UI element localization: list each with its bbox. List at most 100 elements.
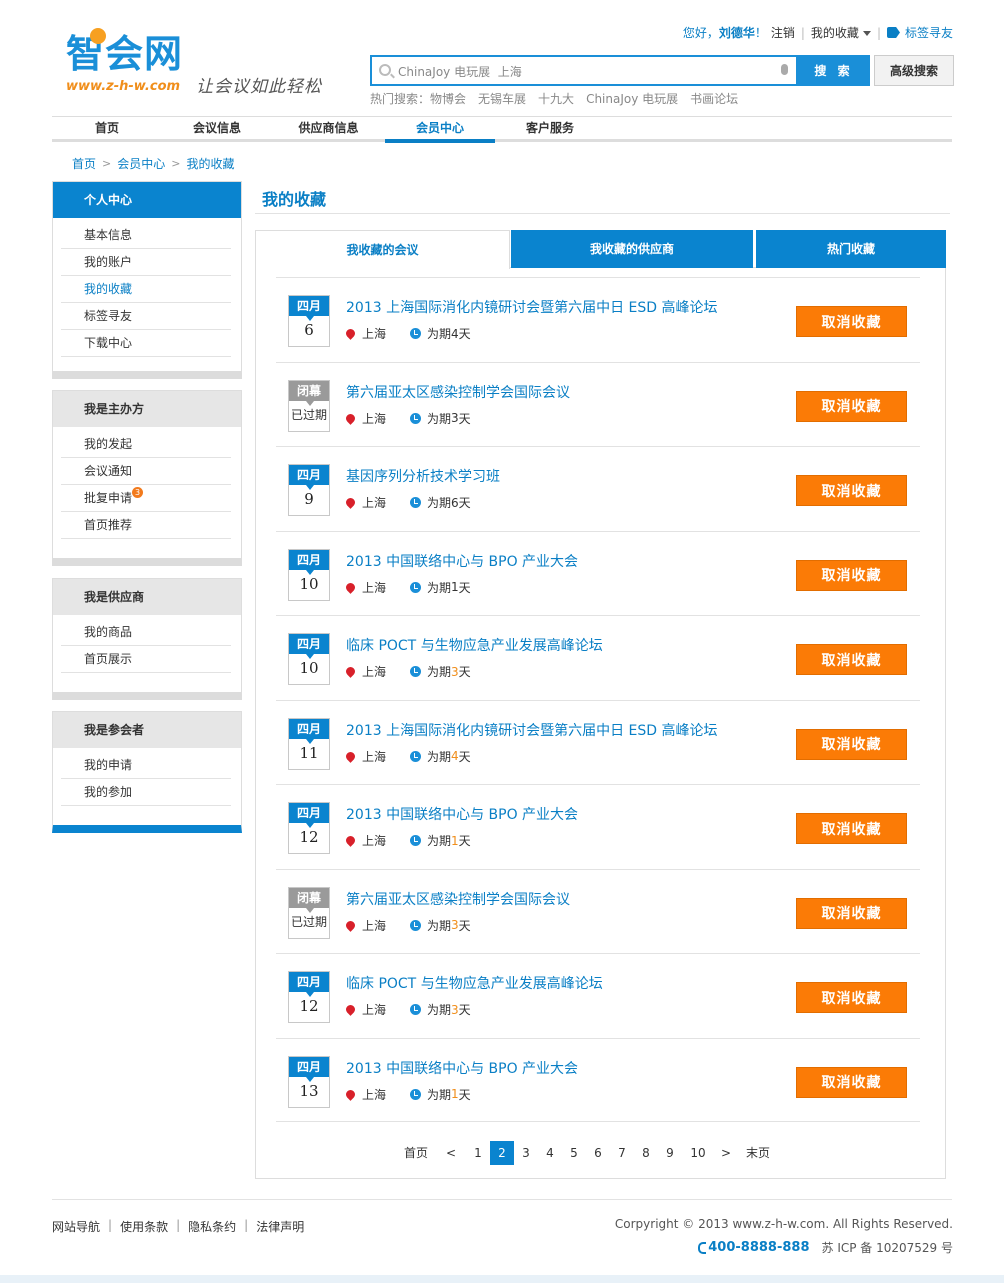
meeting-row: 四月 12 临床 POCT 与生物应急产业发展高峰论坛 上海 为期 3 天 取消收藏	[276, 953, 920, 1038]
search-input[interactable]	[398, 61, 768, 81]
sidebar-item-products[interactable]: 我的商品	[61, 619, 231, 646]
duration-days: 3	[451, 1002, 459, 1017]
tab-hot-favorites[interactable]: 热门收藏	[756, 230, 946, 268]
cancel-favorite-button[interactable]: 取消收藏	[796, 1066, 907, 1098]
hot-search-link[interactable]: 十九大	[538, 90, 574, 107]
cancel-favorite-button[interactable]: 取消收藏	[796, 897, 907, 929]
meeting-title-link[interactable]: 基因序列分析技术学习班	[346, 466, 500, 486]
tag-find-link[interactable]: 标签寻友	[886, 24, 953, 41]
favorites-dropdown[interactable]: 我的收藏	[811, 24, 871, 41]
sidebar-item-account[interactable]: 我的账户	[61, 249, 231, 276]
tab-favorite-suppliers[interactable]: 我收藏的供应商	[511, 230, 753, 268]
clock-icon	[410, 581, 422, 593]
nav-item-meetings[interactable]: 会议信息	[162, 117, 272, 139]
phone: 400-8888-888	[698, 1240, 810, 1255]
meeting-city: 上海	[362, 327, 387, 341]
logout-link[interactable]: 注销	[771, 24, 795, 41]
duration-days: 1	[451, 833, 459, 848]
footer-link-sitemap[interactable]: 网站导航	[52, 1218, 100, 1235]
hot-search-link[interactable]: 书画论坛	[690, 90, 738, 107]
pager-page[interactable]: 4	[538, 1141, 562, 1165]
sidebar-item-favorites[interactable]: 我的收藏	[61, 276, 231, 303]
meeting-title-link[interactable]: 临床 POCT 与生物应急产业发展高峰论坛	[346, 973, 603, 993]
date-badge: 四月 12	[288, 971, 330, 1023]
sidebar-supplier: 我是供应商 我的商品 首页展示	[52, 578, 242, 700]
footer-link-privacy[interactable]: 隐私条约	[188, 1218, 236, 1235]
pager-page-current[interactable]: 2	[490, 1141, 514, 1165]
sidebar-item-notice[interactable]: 会议通知	[61, 458, 231, 485]
search-icon	[379, 64, 391, 76]
pager-last[interactable]: 末页	[738, 1141, 778, 1165]
meeting-title-link[interactable]: 2013 上海国际消化内镜研讨会暨第六届中日 ESD 高峰论坛	[346, 720, 718, 740]
cancel-favorite-button[interactable]: 取消收藏	[796, 559, 907, 591]
date-badge: 四月 11	[288, 717, 330, 770]
pager-page[interactable]: 3	[514, 1141, 538, 1165]
date-month: 四月	[289, 634, 329, 659]
search-button[interactable]: 搜 索	[798, 55, 870, 86]
advanced-search-button[interactable]: 高级搜索	[874, 55, 954, 86]
breadcrumb-current: 我的收藏	[186, 157, 235, 171]
tab-favorite-meetings[interactable]: 我收藏的会议	[255, 230, 510, 269]
pager-page[interactable]: 9	[658, 1141, 682, 1165]
tag-icon	[886, 27, 900, 38]
meeting-title-link[interactable]: 第六届亚太区感染控制学会国际会议	[346, 382, 570, 402]
duration-suffix: 天	[458, 749, 471, 764]
pager-page[interactable]: 8	[634, 1141, 658, 1165]
cancel-favorite-button[interactable]: 取消收藏	[796, 475, 907, 506]
username-link[interactable]: 刘德华	[719, 24, 755, 41]
hot-search-label: 热门搜索：	[370, 92, 431, 106]
sidebar-item-basic-info[interactable]: 基本信息	[61, 222, 231, 249]
footer-link-legal[interactable]: 法律声明	[256, 1218, 304, 1235]
hot-search-link[interactable]: 物博会	[430, 90, 466, 107]
divider: |	[176, 1218, 181, 1232]
sidebar-item-participations[interactable]: 我的参加	[61, 779, 231, 806]
sidebar-item-applications[interactable]: 我的申请	[61, 752, 231, 779]
hot-search-link[interactable]: 无锡车展	[478, 90, 526, 107]
pager-next[interactable]: >	[714, 1141, 738, 1165]
cancel-favorite-button[interactable]: 取消收藏	[796, 306, 907, 337]
breadcrumb-home[interactable]: 首页	[72, 155, 96, 172]
top-links: 您好， 刘德华 ！ 注销 | 我的收藏 | 标签寻友	[683, 24, 953, 41]
pager-prev[interactable]: <	[436, 1141, 466, 1165]
hot-search: 热门搜索： 物博会 无锡车展 十九大 ChinaJoy 电玩展 书画论坛	[370, 90, 738, 107]
cancel-favorite-button[interactable]: 取消收藏	[796, 813, 907, 844]
location-pin-icon	[344, 834, 357, 847]
pager-page[interactable]: 7	[610, 1141, 634, 1165]
sidebar-item-my-initiated[interactable]: 我的发起	[61, 431, 231, 458]
clock-icon	[410, 497, 422, 508]
nav-item-suppliers[interactable]: 供应商信息	[272, 117, 385, 139]
divider	[255, 213, 950, 214]
sidebar-item-tag-find[interactable]: 标签寻友	[61, 303, 231, 330]
meeting-meta: 上海 为期 4 天	[344, 325, 471, 342]
pager-first[interactable]: 首页	[396, 1141, 436, 1165]
sidebar-item-homepage-recommend[interactable]: 首页推荐	[61, 512, 231, 539]
cancel-favorite-button[interactable]: 取消收藏	[796, 644, 907, 675]
copyright: Corpyright © 2013 www.z-h-w.com. All Rig…	[614, 1217, 953, 1231]
sidebar-item-approve[interactable]: 批复申请 3	[61, 485, 231, 512]
footer-link-terms[interactable]: 使用条款	[120, 1218, 168, 1235]
site-logo[interactable]: 智会网 www.z-h-w.com 让会议如此轻松	[66, 28, 336, 102]
meeting-title-link[interactable]: 第六届亚太区感染控制学会国际会议	[346, 889, 570, 909]
meeting-title-link[interactable]: 2013 中国联络中心与 BPO 产业大会	[346, 1058, 578, 1078]
meeting-title-link[interactable]: 临床 POCT 与生物应急产业发展高峰论坛	[346, 635, 603, 655]
breadcrumb-member-center[interactable]: 会员中心	[117, 155, 165, 172]
hot-search-link[interactable]: ChinaJoy 电玩展	[586, 90, 678, 107]
nav-item-home[interactable]: 首页	[52, 117, 162, 139]
meeting-title-link[interactable]: 2013 中国联络中心与 BPO 产业大会	[346, 551, 578, 571]
cancel-favorite-button[interactable]: 取消收藏	[796, 728, 907, 760]
cancel-favorite-button[interactable]: 取消收藏	[796, 390, 907, 422]
nav-item-member-center[interactable]: 会员中心	[385, 117, 495, 143]
pager-page[interactable]: 6	[586, 1141, 610, 1165]
sidebar-item-homepage-display[interactable]: 首页展示	[61, 646, 231, 673]
duration-prefix: 为期	[427, 918, 452, 933]
meeting-title-link[interactable]: 2013 中国联络中心与 BPO 产业大会	[346, 804, 578, 824]
nav-item-customer-service[interactable]: 客户服务	[495, 117, 605, 139]
sidebar-item-downloads[interactable]: 下载中心	[61, 330, 231, 357]
pager-page[interactable]: 10	[682, 1141, 714, 1165]
meeting-list: 四月 6 2013 上海国际消化内镜研讨会暨第六届中日 ESD 高峰论坛 上海 为期 4…	[276, 277, 920, 1122]
pager-page[interactable]: 5	[562, 1141, 586, 1165]
meeting-title-link[interactable]: 2013 上海国际消化内镜研讨会暨第六届中日 ESD 高峰论坛	[346, 297, 718, 317]
microphone-icon[interactable]	[781, 64, 788, 75]
pager-page[interactable]: 1	[466, 1141, 490, 1165]
cancel-favorite-button[interactable]: 取消收藏	[796, 982, 907, 1013]
